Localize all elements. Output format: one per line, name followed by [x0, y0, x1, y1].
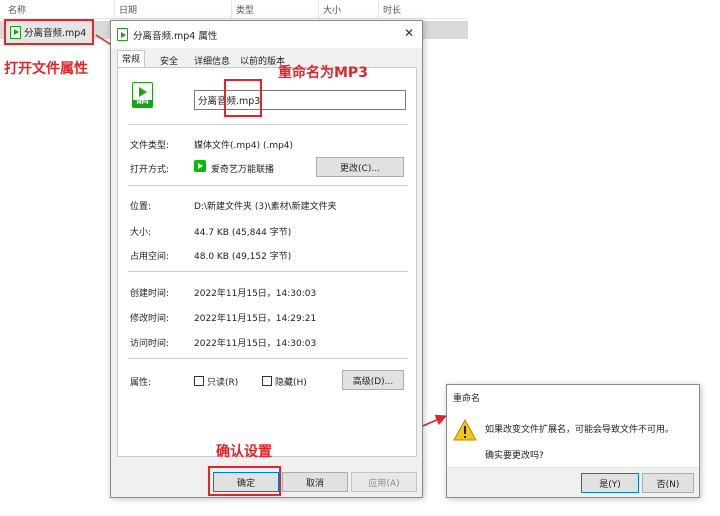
- column-date[interactable]: 日期: [119, 3, 137, 16]
- file-item[interactable]: 分离音频.mp4: [4, 19, 94, 45]
- readonly-label[interactable]: 只读(R): [207, 375, 238, 388]
- file-name: 分离音频.mp4: [24, 28, 87, 39]
- column-size[interactable]: 大小: [323, 3, 341, 16]
- annotation-confirm: 确认设置: [216, 444, 272, 460]
- readonly-checkbox[interactable]: [194, 376, 204, 386]
- dialog-titlebar[interactable]: 分离音频.mp4 属性 ✕: [111, 21, 422, 48]
- dialog-title: 分离音频.mp4 属性: [133, 30, 218, 42]
- video-file-icon: [10, 25, 21, 39]
- close-icon[interactable]: ✕: [404, 26, 414, 40]
- divider: [128, 124, 408, 125]
- created-value: 2022年11月15日，14:30:03: [194, 289, 317, 299]
- file-list-header: 名称 日期 类型 大小 时长: [0, 0, 468, 19]
- change-button[interactable]: 更改(C)...: [316, 157, 404, 177]
- ok-button-highlight: [208, 466, 281, 496]
- no-button[interactable]: 否(N): [642, 473, 694, 493]
- video-file-icon: [117, 28, 128, 41]
- advanced-button[interactable]: 高级(D)...: [342, 370, 404, 390]
- rename-dialog-title: 重命名: [453, 394, 481, 404]
- divider: [128, 358, 408, 359]
- modified-label: 修改时间:: [130, 314, 170, 324]
- size-label: 大小:: [130, 228, 152, 238]
- general-panel: MP4 文件类型: 媒体文件(.mp4) (.mp4) 打开方式: 爱奇艺万能联…: [117, 67, 417, 457]
- open-with-label: 打开方式:: [130, 165, 170, 175]
- tab-details[interactable]: 详细信息: [189, 52, 235, 67]
- file-type-value: 媒体文件(.mp4) (.mp4): [194, 141, 294, 151]
- hidden-checkbox[interactable]: [262, 376, 272, 386]
- location-label: 位置:: [130, 202, 152, 212]
- yes-button[interactable]: 是(Y): [581, 473, 639, 493]
- column-duration[interactable]: 时长: [383, 3, 401, 16]
- location-value: D:\新建文件夹 (3)\素材\新建文件夹: [194, 202, 337, 212]
- tab-bar: 常规 安全 详细信息 以前的版本: [111, 48, 422, 68]
- extension-highlight: [224, 79, 262, 117]
- created-label: 创建时间:: [130, 289, 170, 299]
- column-name[interactable]: 名称: [8, 3, 26, 16]
- column-separator[interactable]: [318, 0, 319, 19]
- disk-size-value: 48.0 KB (49,152 字节): [194, 252, 292, 262]
- column-separator[interactable]: [114, 0, 115, 19]
- annotation-open-properties: 打开文件属性: [4, 61, 88, 77]
- annotation-rename-mp3: 重命名为MP3: [278, 65, 368, 81]
- file-type-label: 文件类型:: [130, 141, 170, 151]
- column-type[interactable]: 类型: [236, 3, 254, 16]
- file-type-badge: MP4: [133, 100, 152, 107]
- rename-dialog-footer: 是(Y) 否(N): [447, 467, 699, 497]
- apply-button: 应用(A): [351, 472, 417, 492]
- column-separator[interactable]: [378, 0, 379, 19]
- disk-size-label: 占用空间:: [130, 252, 170, 262]
- properties-dialog: 分离音频.mp4 属性 ✕ 常规 安全 详细信息 以前的版本 MP4 文件类型:…: [110, 20, 423, 498]
- tab-general[interactable]: 常规: [117, 50, 146, 68]
- size-value: 44.7 KB (45,844 字节): [194, 228, 292, 238]
- attributes-label: 属性:: [130, 378, 152, 388]
- video-file-icon: MP4: [132, 82, 153, 108]
- cancel-button[interactable]: 取消: [282, 472, 348, 492]
- divider: [128, 271, 408, 272]
- divider: [128, 185, 408, 186]
- modified-value: 2022年11月15日，14:29:21: [194, 314, 317, 324]
- rename-question: 确实要更改吗?: [485, 451, 544, 461]
- tab-security[interactable]: 安全: [155, 52, 183, 67]
- rename-dialog: 重命名 如果改变文件扩展名，可能会导致文件不可用。 确实要更改吗? 是(Y) 否…: [446, 384, 700, 498]
- warning-icon: [453, 419, 477, 441]
- open-with-value: 爱奇艺万能联播: [211, 165, 275, 175]
- hidden-label[interactable]: 隐藏(H): [275, 375, 307, 388]
- rename-warning-message: 如果改变文件扩展名，可能会导致文件不可用。: [485, 425, 675, 435]
- column-separator[interactable]: [231, 0, 232, 19]
- accessed-label: 访问时间:: [130, 339, 170, 349]
- play-app-icon: [194, 160, 206, 172]
- accessed-value: 2022年11月15日，14:30:03: [194, 339, 317, 349]
